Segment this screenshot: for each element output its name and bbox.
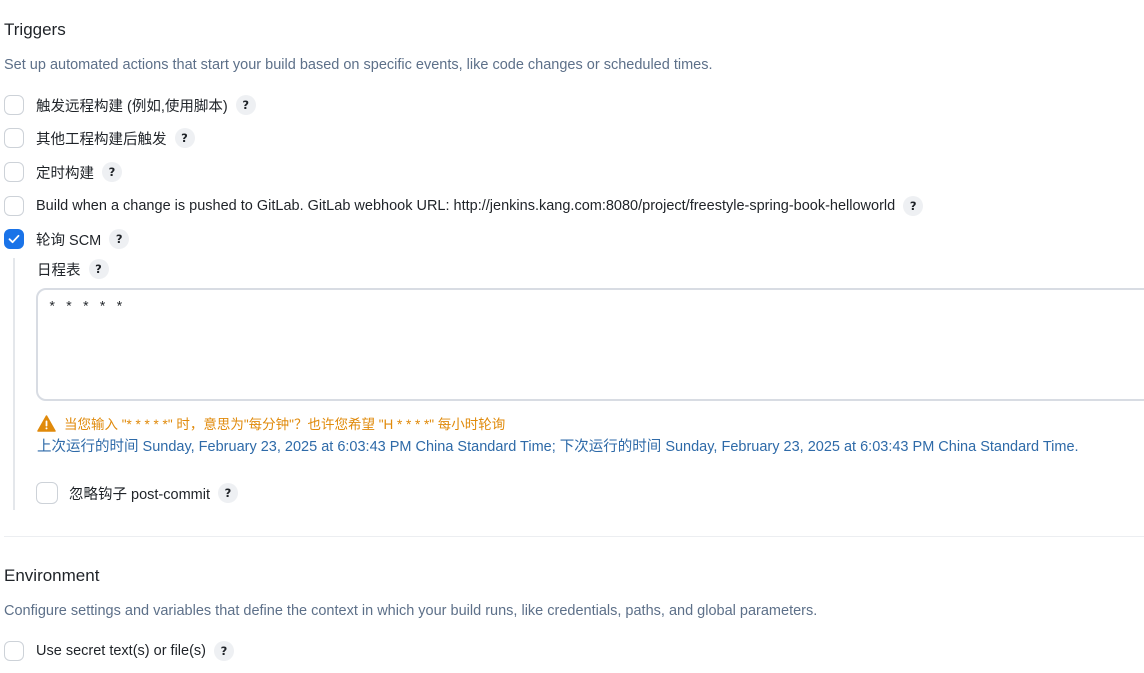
trigger-option-gitlab-push: Build when a change is pushed to GitLab.… — [4, 194, 924, 218]
schedule-run-info: 上次运行的时间 Sunday, February 23, 2025 at 6:0… — [37, 439, 1079, 455]
secret-text-checkbox[interactable] — [4, 641, 24, 661]
remote-build-checkbox[interactable] — [4, 95, 24, 115]
trigger-option-remote-build: 触发远程构建 (例如,使用脚本) ? — [4, 93, 256, 117]
schedule-help-icon[interactable]: ? — [88, 259, 109, 279]
ignore-post-commit-help-icon[interactable]: ? — [218, 483, 238, 503]
schedule-warning-text: 当您输入 "* * * * *" 时，意思为"每分钟"？也许您希望 "H * *… — [64, 417, 506, 432]
trigger-option-poll-scm: 轮询 SCM ? — [4, 227, 130, 251]
gitlab-push-label: Build when a change is pushed to GitLab.… — [36, 198, 896, 214]
after-other-projects-label: 其他工程构建后触发 — [36, 131, 167, 148]
schedule-field-header: 日程表 ? — [37, 257, 109, 281]
ignore-post-commit-checkbox[interactable] — [36, 482, 58, 504]
secret-text-label: Use secret text(s) or file(s) — [36, 643, 206, 659]
warning-icon — [37, 414, 56, 432]
secret-text-help-icon[interactable]: ? — [214, 641, 234, 661]
schedule-label: 日程表 — [37, 262, 81, 279]
triggers-section-description: Set up automated actions that start your… — [4, 57, 713, 73]
environment-option-secret-text: Use secret text(s) or file(s) ? — [4, 639, 234, 663]
remote-build-label: 触发远程构建 (例如,使用脚本) — [36, 98, 228, 115]
poll-scm-help-icon[interactable]: ? — [109, 229, 130, 249]
poll-scm-checkbox[interactable] — [4, 229, 24, 249]
gitlab-push-help-icon[interactable]: ? — [903, 196, 924, 216]
poll-scm-label: 轮询 SCM — [36, 232, 102, 249]
environment-section-description: Configure settings and variables that de… — [4, 603, 818, 619]
nested-section-indicator — [13, 258, 15, 510]
trigger-option-build-periodically: 定时构建 ? — [4, 160, 122, 184]
environment-section-title: Environment — [4, 566, 100, 585]
triggers-section-title: Triggers — [4, 20, 66, 39]
section-divider — [4, 536, 1144, 537]
build-periodically-checkbox[interactable] — [4, 162, 24, 182]
ignore-post-commit-label: 忽略钩子 post-commit — [69, 486, 210, 503]
trigger-option-after-other-projects: 其他工程构建后触发 ? — [4, 126, 195, 150]
gitlab-push-checkbox[interactable] — [4, 196, 24, 216]
schedule-textarea[interactable]: * * * * * — [36, 288, 1144, 401]
check-icon — [8, 234, 20, 244]
remote-build-help-icon[interactable]: ? — [235, 95, 256, 115]
build-periodically-label: 定时构建 — [36, 165, 94, 182]
build-periodically-help-icon[interactable]: ? — [102, 162, 122, 182]
ignore-post-commit-option: 忽略钩子 post-commit ? — [36, 481, 238, 505]
after-other-projects-help-icon[interactable]: ? — [174, 128, 195, 148]
after-other-projects-checkbox[interactable] — [4, 128, 24, 148]
schedule-warning: 当您输入 "* * * * *" 时，意思为"每分钟"？也许您希望 "H * *… — [37, 413, 505, 433]
